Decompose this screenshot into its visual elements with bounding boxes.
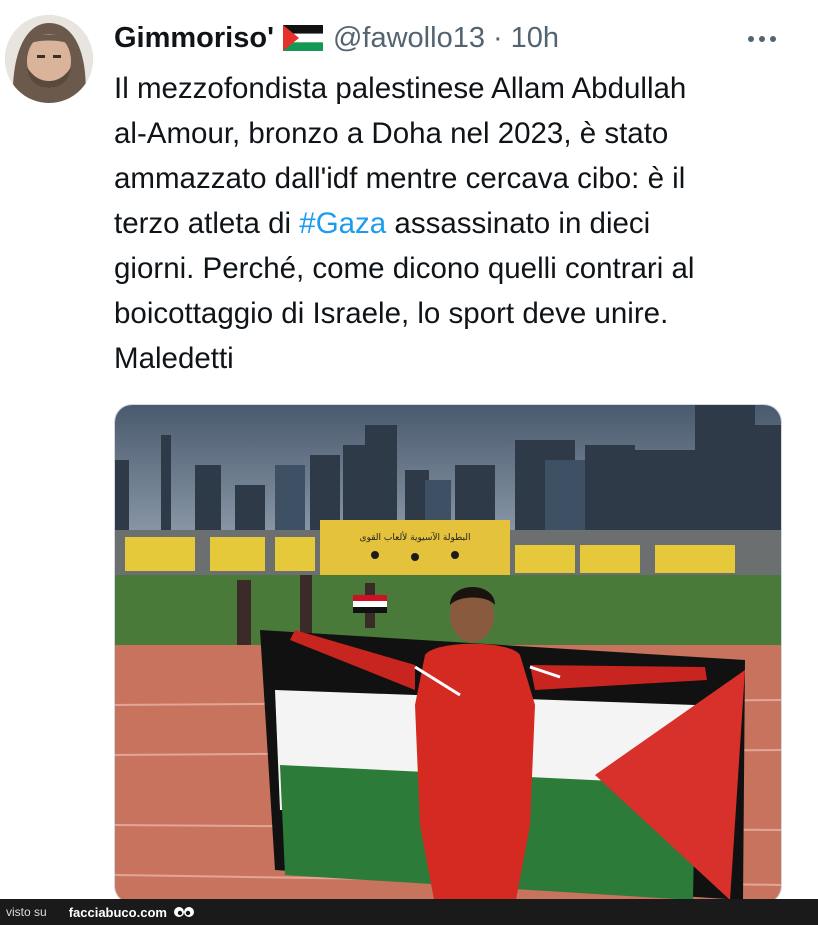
more-options-button[interactable] xyxy=(744,22,780,52)
watermark-bar: visto su facciabuco.com xyxy=(0,899,818,925)
visto-su-label: visto su xyxy=(6,905,47,919)
athlete-with-flag-photo: البطولة الآسيوية لألعاب القوى xyxy=(115,405,781,903)
user-avatar[interactable] xyxy=(5,15,93,103)
tweet-text-line: giorni. Perché, come dicono quelli contr… xyxy=(114,252,695,285)
tweet-text-line: ammazzato dall'idf mentre cercava cibo: … xyxy=(114,162,686,195)
site-name[interactable]: facciabuco.com xyxy=(69,905,167,920)
avatar-portrait-icon xyxy=(5,15,93,103)
tweet-text-line: Maledetti xyxy=(114,342,234,375)
stadium-banner-text: البطولة الآسيوية لألعاب القوى xyxy=(360,531,471,543)
tweet-text-line: terzo atleta di #Gaza assassinato in die… xyxy=(114,201,804,246)
palestine-flag-icon xyxy=(282,25,323,51)
tweet-timestamp[interactable]: 10h xyxy=(511,22,559,55)
tweet-media-photo[interactable]: البطولة الآسيوية لألعاب القوى xyxy=(114,404,782,904)
tweet-text-line: boicottaggio di Israele, lo sport deve u… xyxy=(114,297,669,330)
tweet-header: Gimmoriso' @fawollo13 · 10h xyxy=(114,18,559,58)
tweet-text-segment: assassinato in dieci xyxy=(386,207,651,240)
header-separator: · xyxy=(492,21,503,54)
tweet-text-line: Il mezzofondista palestinese Allam Abdul… xyxy=(114,72,687,105)
user-handle[interactable]: @fawollo13 xyxy=(333,22,485,55)
display-name[interactable]: Gimmoriso' xyxy=(114,22,274,55)
tweet-text: Il mezzofondista palestinese Allam Abdul… xyxy=(114,66,804,381)
hashtag-link[interactable]: #Gaza xyxy=(299,207,386,240)
tweet-text-segment: terzo atleta di xyxy=(114,207,300,240)
more-dots-icon xyxy=(748,36,776,42)
eyes-icon xyxy=(173,907,194,917)
tweet-text-line: al-Amour, bronzo a Doha nel 2023, è stat… xyxy=(114,117,669,150)
